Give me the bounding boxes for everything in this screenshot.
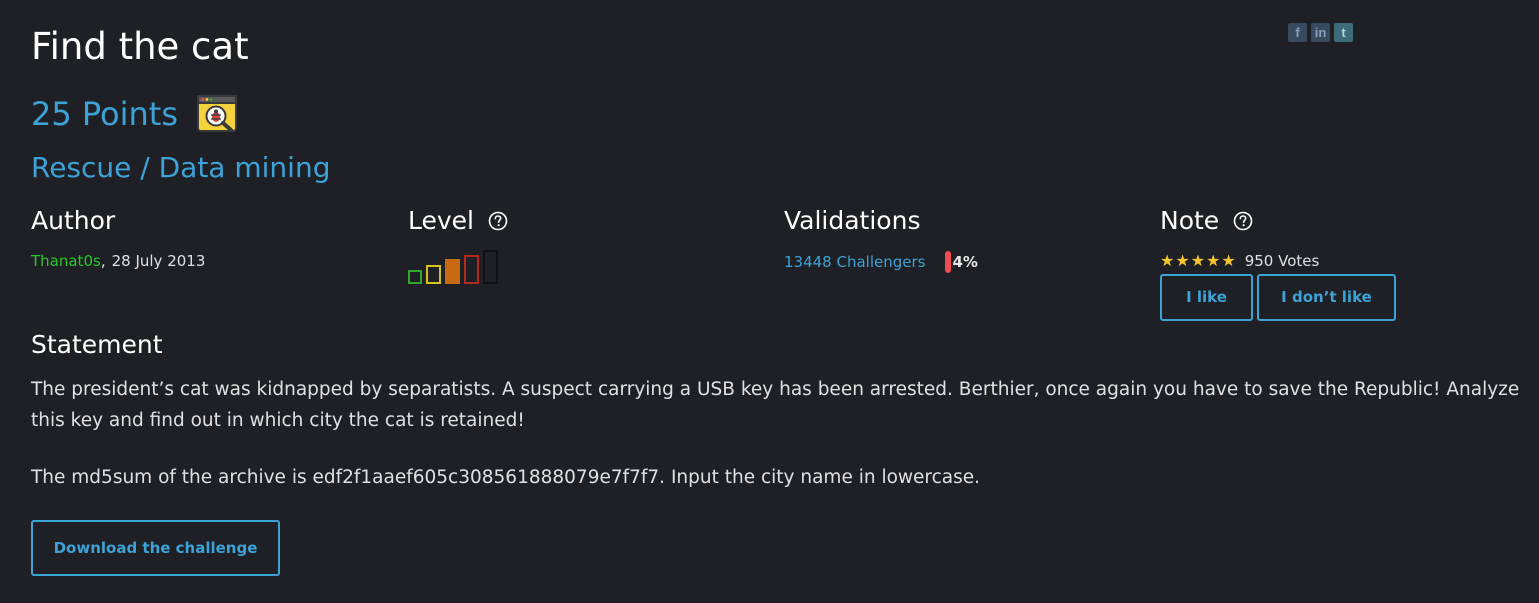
challenge-page: Find the cat f in t 25 Points Rescue / D… [0,0,1539,603]
star-icon: ★ [1221,251,1236,270]
star-icon: ★ [1160,251,1175,270]
author-line: Thanat0s, 28 July 2013 [31,251,205,271]
author-heading-label: Author [31,206,116,235]
challengers-link[interactable]: 13448 Challengers [784,252,925,272]
points-value: 25 Points [31,95,179,133]
validation-percent-bar [945,251,952,273]
author-section: Author Thanat0s, 28 July 2013 [31,204,205,271]
author-heading: Author [31,204,205,238]
question-circle-icon[interactable] [488,211,508,231]
level-bar-1 [408,270,422,284]
validation-percent: 4% [945,251,978,273]
validations-heading: Validations [784,204,978,238]
linkedin-icon[interactable]: in [1311,23,1330,42]
download-challenge-button[interactable]: Download the challenge [31,520,280,576]
question-circle-icon[interactable] [1233,211,1253,231]
level-bar-2 [426,265,441,284]
dislike-button[interactable]: I don’t like [1257,274,1396,321]
like-button[interactable]: I like [1160,274,1253,321]
level-bar-3 [445,259,460,284]
statement-paragraph-2: The md5sum of the archive is edf2f1aaef6… [31,467,981,488]
vote-buttons: I like I don’t like [1160,274,1396,321]
author-name-link[interactable]: Thanat0s [31,252,101,270]
note-line: ★ ★ ★ ★ ★ 950 Votes [1160,251,1319,271]
level-bar-4 [464,255,479,284]
note-section: Note ★ ★ ★ ★ ★ 950 Votes [1160,204,1319,271]
validations-heading-label: Validations [784,206,921,235]
votes-count: 950 Votes [1244,252,1320,270]
note-heading: Note [1160,204,1319,238]
validation-percent-text: 4% [952,253,978,271]
rating-stars: ★ ★ ★ ★ ★ [1160,253,1236,269]
points-row: 25 Points [31,93,238,135]
bug-search-window-icon [197,95,238,132]
level-section: Level [408,204,508,284]
page-title: Find the cat [31,25,249,68]
level-indicator [408,250,508,284]
author-date: 28 July 2013 [111,252,206,270]
star-icon: ★ [1206,251,1221,270]
level-bar-5 [483,250,498,284]
note-heading-label: Note [1160,206,1220,235]
level-heading: Level [408,204,508,238]
star-icon: ★ [1175,251,1190,270]
statement-heading: Statement [31,330,163,359]
twitter-icon[interactable]: t [1334,23,1353,42]
facebook-icon[interactable]: f [1288,23,1307,42]
level-heading-label: Level [408,206,474,235]
star-icon: ★ [1190,251,1206,270]
category-link[interactable]: Rescue / Data mining [31,150,330,186]
statement-paragraph-1: The president’s cat was kidnapped by sep… [31,379,1520,431]
validations-section: Validations 13448 Challengers 4% [784,204,978,273]
validations-line: 13448 Challengers 4% [784,251,978,273]
share-bar: f in t [1288,23,1353,42]
author-separator: , [100,252,106,270]
